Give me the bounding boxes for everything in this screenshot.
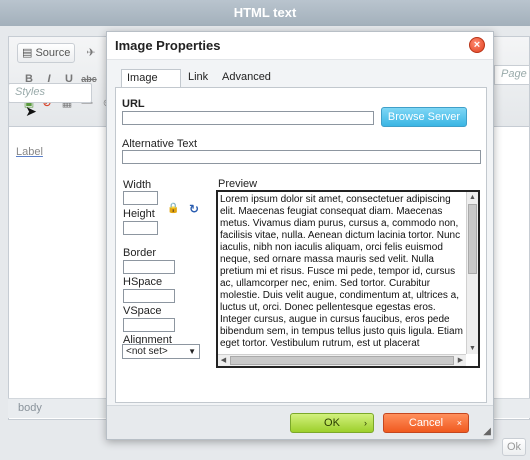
close-small-icon: × <box>456 418 462 428</box>
dialog-title: Image Properties <box>107 32 493 60</box>
image-properties-dialog: Image Properties × Image Info Link Advan… <box>106 31 494 440</box>
styles-combo[interactable]: Styles <box>8 83 92 103</box>
editor-content-label[interactable]: Label <box>16 146 43 158</box>
cancel-button[interactable]: Cancel × <box>383 413 469 433</box>
vertical-scrollbar[interactable]: ▲ ▼ <box>466 192 478 354</box>
resize-grip-icon[interactable]: ◢ <box>483 426 491 437</box>
vspace-input[interactable] <box>123 318 175 332</box>
height-label: Height <box>123 208 155 220</box>
alt-text-input[interactable] <box>122 150 481 164</box>
tab-advanced[interactable]: Advanced <box>217 69 273 87</box>
scroll-left-icon[interactable]: ◀ <box>218 355 229 366</box>
window-title: HTML text <box>0 0 530 26</box>
border-label: Border <box>123 247 157 259</box>
height-input[interactable] <box>123 221 158 235</box>
page-combo[interactable]: Page <box>494 65 530 85</box>
hspace-label: HSpace <box>123 276 163 288</box>
mouse-cursor-icon: ➤ <box>25 103 37 119</box>
scroll-right-icon[interactable]: ▶ <box>455 355 466 366</box>
browse-server-button[interactable]: Browse Server <box>381 107 467 127</box>
alt-text-label: Alternative Text <box>122 138 198 150</box>
dialog-title-text: Image Properties <box>115 38 221 53</box>
preview-label: Preview <box>218 178 258 190</box>
ok-label: OK <box>324 417 340 429</box>
paste-icon[interactable]: ✈ <box>83 45 99 61</box>
vertical-scroll-thumb[interactable] <box>468 204 477 274</box>
source-label: Source <box>35 47 71 59</box>
tab-link[interactable]: Link <box>183 69 215 87</box>
alignment-value: <not set> <box>126 346 168 357</box>
dialog-footer: OK › Cancel × ◢ <box>107 405 493 439</box>
horizontal-scroll-thumb[interactable] <box>230 356 454 365</box>
source-button[interactable]: ▤ Source <box>17 43 76 63</box>
cancel-label: Cancel <box>408 417 444 429</box>
width-label: Width <box>123 179 152 191</box>
tab-image-info[interactable]: Image Info <box>121 69 181 101</box>
lock-ratio-icon[interactable]: 🔒 <box>167 203 179 214</box>
close-icon[interactable]: × <box>469 37 485 53</box>
url-label: URL <box>122 98 145 110</box>
horizontal-scrollbar[interactable]: ◀ ▶ <box>218 354 466 366</box>
scroll-up-icon[interactable]: ▲ <box>467 192 478 203</box>
source-icon: ▤ <box>22 47 36 59</box>
border-input[interactable] <box>123 260 175 274</box>
vspace-label: VSpace <box>123 305 162 317</box>
chevron-down-icon: ▼ <box>188 347 196 356</box>
url-input[interactable] <box>122 111 374 125</box>
reset-size-icon[interactable]: ↻ <box>189 202 199 216</box>
width-input[interactable] <box>123 191 158 205</box>
ok-button[interactable]: OK › <box>290 413 374 433</box>
hspace-input[interactable] <box>123 289 175 303</box>
window-ok-button[interactable]: Ok <box>502 438 526 456</box>
arrow-right-icon: › <box>364 418 367 428</box>
scroll-down-icon[interactable]: ▼ <box>467 343 478 354</box>
preview-box: Lorem ipsum dolor sit amet, consectetuer… <box>216 190 480 368</box>
preview-text: Lorem ipsum dolor sit amet, consectetuer… <box>220 194 463 349</box>
alignment-select[interactable]: <not set> ▼ <box>122 344 200 359</box>
